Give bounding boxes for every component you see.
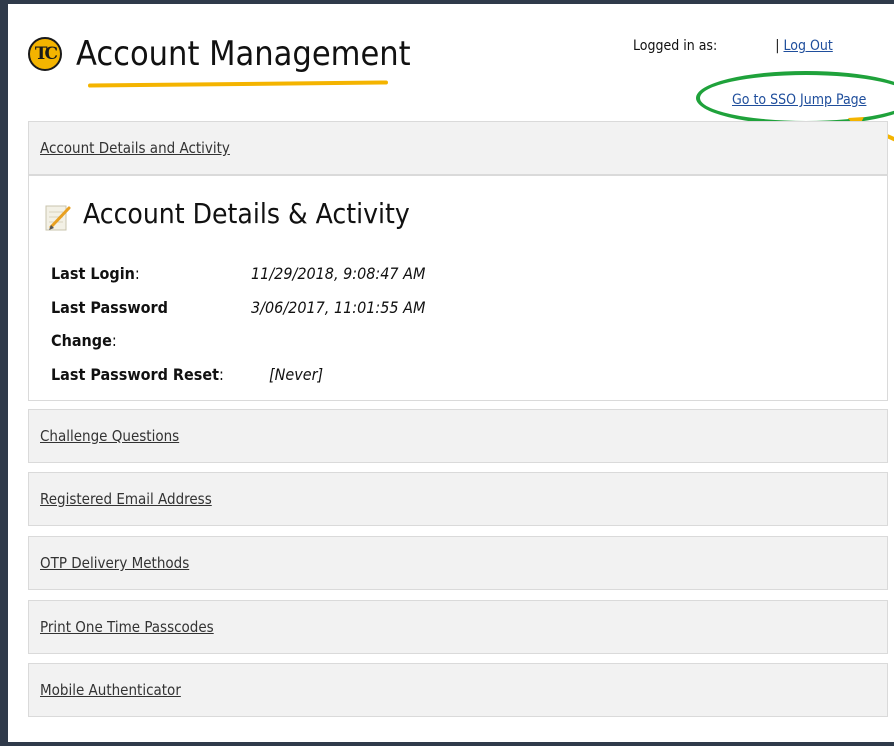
details-heading: Account Details & Activity [83, 197, 410, 230]
section-link-print-otp[interactable]: Print One Time Passcodes [40, 618, 214, 636]
section-account-details[interactable]: Account Details and Activity [28, 121, 888, 175]
section-challenge-questions[interactable]: Challenge Questions [28, 409, 888, 463]
section-otp-delivery[interactable]: OTP Delivery Methods [28, 536, 888, 590]
logged-in-label: Logged in as: [633, 38, 718, 54]
section-link-mobile-authenticator[interactable]: Mobile Authenticator [40, 681, 181, 699]
section-mobile-authenticator[interactable]: Mobile Authenticator [28, 663, 888, 717]
last-password-reset-value: [Never] [269, 365, 324, 384]
last-password-change-value: 3/06/2017, 11:01:55 AM [251, 298, 426, 317]
login-status: Logged in as: | Log Out [633, 38, 833, 54]
section-link-challenge-questions[interactable]: Challenge Questions [40, 427, 179, 445]
logout-link[interactable]: Log Out [783, 38, 832, 54]
last-login-label: Last Login: [51, 264, 140, 283]
last-login-value: 11/29/2018, 9:08:47 AM [251, 264, 426, 283]
page-title: Account Management [76, 34, 411, 74]
page-frame: TC Account Management Logged in as: | Lo… [8, 4, 894, 742]
separator: | [775, 38, 780, 54]
last-password-change-label-line2: Change: [51, 331, 117, 350]
notepad-icon [45, 205, 71, 231]
last-password-change-label-line1: Last Password [51, 298, 168, 317]
section-print-otp[interactable]: Print One Time Passcodes [28, 600, 888, 654]
section-link-registered-email[interactable]: Registered Email Address [40, 490, 212, 508]
section-registered-email[interactable]: Registered Email Address [28, 472, 888, 526]
account-details-panel: Account Details & Activity Last Login: 1… [28, 175, 888, 401]
section-link-otp-delivery[interactable]: OTP Delivery Methods [40, 554, 189, 572]
title-highlight-underline [87, 80, 389, 88]
last-password-reset-label: Last Password Reset: [51, 365, 224, 384]
tc-logo-icon: TC [28, 37, 62, 71]
section-link-account-details[interactable]: Account Details and Activity [40, 139, 230, 157]
